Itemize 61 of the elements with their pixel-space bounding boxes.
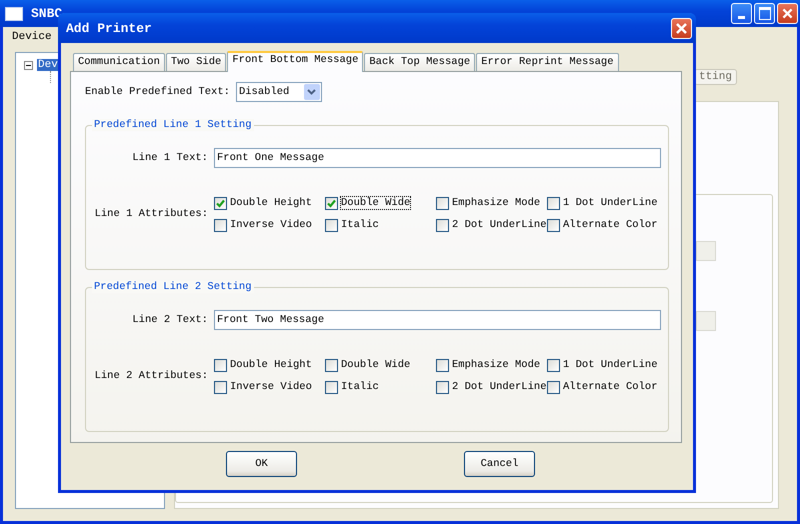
checkbox-label[interactable]: 1 Dot UnderLine [562, 358, 659, 372]
checkbox[interactable] [325, 380, 338, 394]
field-label: Line 2 Text: [131, 314, 208, 326]
tree-item[interactable]: Dev [37, 59, 59, 71]
window-icon [5, 6, 23, 20]
checkbox[interactable] [325, 218, 338, 232]
checkbox-label[interactable]: Inverse Video [229, 380, 313, 394]
collapse-icon[interactable] [24, 60, 33, 70]
checkbox-label[interactable]: 1 Dot UnderLine [562, 196, 659, 210]
checkbox[interactable] [547, 358, 560, 372]
tab[interactable]: Two Side [166, 53, 226, 71]
caret-icon [307, 88, 316, 94]
dialog-title: Add Printer [66, 20, 153, 36]
checkbox[interactable] [325, 358, 338, 372]
checkbox-label[interactable]: Emphasize Mode [451, 196, 542, 210]
checkbox[interactable] [436, 358, 449, 372]
field-label: Line 1 Text: [131, 152, 208, 164]
checkbox[interactable] [436, 380, 449, 394]
checkbox[interactable] [436, 196, 449, 210]
close-button[interactable] [777, 3, 798, 24]
checkbox-label[interactable]: Double Height [229, 196, 313, 210]
field-label: Line 1 Attributes: [94, 208, 208, 220]
checkbox[interactable] [547, 218, 560, 232]
minimize-button[interactable] [731, 3, 752, 24]
tab[interactable]: Back Top Message [364, 53, 476, 71]
checkbox[interactable] [547, 196, 560, 210]
checkbox[interactable] [325, 196, 338, 210]
checkbox-label[interactable]: Alternate Color [562, 380, 659, 394]
checkbox[interactable] [214, 380, 227, 394]
checkbox-label[interactable]: Inverse Video [229, 218, 313, 232]
tab[interactable]: Communication [73, 53, 165, 71]
dialog-button[interactable]: OK [226, 450, 297, 476]
close-button[interactable] [671, 18, 692, 38]
checkbox[interactable] [436, 218, 449, 232]
maximize-button[interactable] [754, 3, 775, 24]
checkbox[interactable] [214, 358, 227, 372]
checkbox-label[interactable]: Alternate Color [562, 218, 659, 232]
text-field[interactable]: Front One Message [214, 148, 661, 168]
field-label: Line 2 Attributes: [94, 370, 208, 382]
checkbox-label[interactable]: Double Wide [340, 196, 412, 210]
checkbox-label[interactable]: Italic [340, 380, 380, 394]
tab[interactable]: Error Reprint Message [476, 53, 619, 71]
field-label: Enable Predefined Text: [85, 86, 230, 98]
group-title: Predefined Line 1 Setting [92, 119, 254, 131]
window-title: SNBC [31, 6, 64, 21]
checkbox-label[interactable]: Emphasize Mode [451, 358, 542, 372]
checkbox-label[interactable]: 2 Dot UnderLine [451, 218, 548, 232]
checkbox-label[interactable]: 2 Dot UnderLine [451, 380, 548, 394]
group-title: Predefined Line 2 Setting [92, 281, 254, 293]
settings-button[interactable]: tting [694, 69, 737, 85]
checkbox[interactable] [214, 196, 227, 210]
menu-item[interactable]: Device [9, 31, 55, 43]
checkbox-label[interactable]: Italic [340, 218, 380, 232]
checkbox-label[interactable]: Double Wide [340, 358, 412, 372]
tab[interactable]: Front Bottom Message [227, 51, 364, 72]
text-field[interactable]: Front Two Message [214, 310, 661, 330]
dialog-button[interactable]: Cancel [464, 450, 535, 476]
checkbox-label[interactable]: Double Height [229, 358, 313, 372]
checkbox[interactable] [214, 218, 227, 232]
enable-dropdown[interactable]: Disabled [236, 82, 322, 102]
checkbox[interactable] [547, 380, 560, 394]
